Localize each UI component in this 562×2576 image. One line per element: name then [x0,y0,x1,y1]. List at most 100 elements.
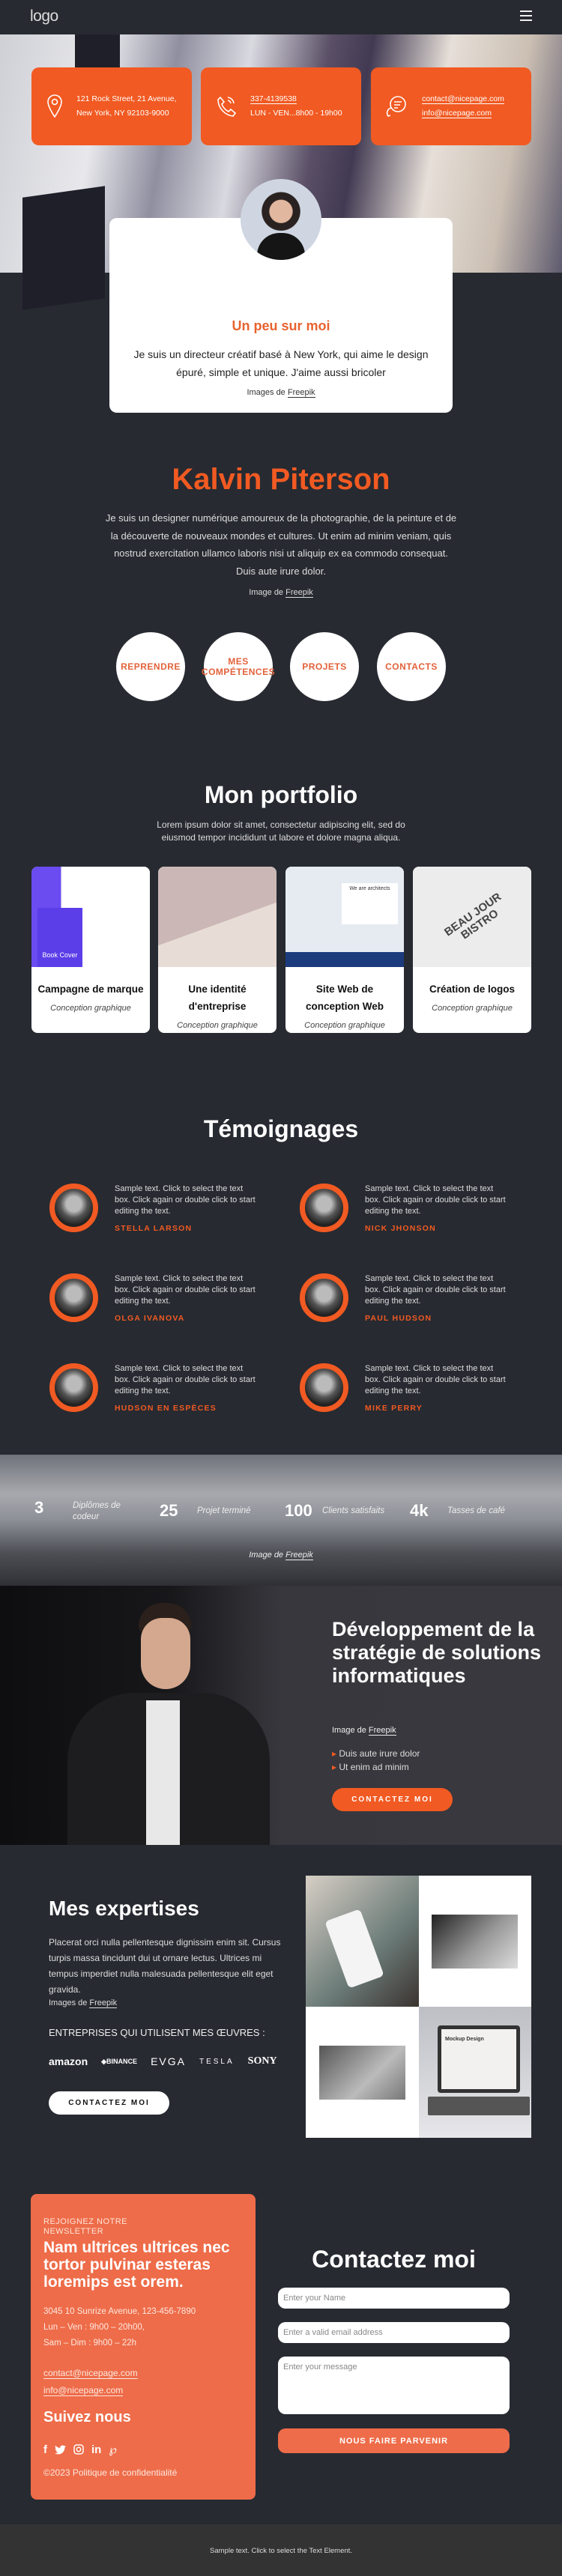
about-name: Kalvin Piterson [172,463,390,496]
freepik-link[interactable]: Freepik [368,1726,396,1736]
nav-circle-reprendre[interactable]: REPRENDRE [116,632,185,701]
tesla-logo: TESLA [199,2057,235,2066]
portfolio-card-category: Conception graphique [304,1021,385,1030]
portfolio-card-category: Conception graphique [50,1004,131,1013]
address-line-2: New York, NY 92103-9000 [76,109,169,118]
evga-logo: EVGA [151,2055,186,2067]
stat-value: 4k [410,1501,429,1520]
nav-circle-competences[interactable]: MES COMPÉTENCES [202,632,275,701]
newsletter-label: REJOIGNEZ NOTRE NEWSLETTER [43,2217,128,2236]
expertise-image-grid: Mockup Design [306,1876,531,2138]
testimonial-text: Sample text. Click to select the text bo… [365,1184,506,1216]
submit-button[interactable]: NOUS FAIRE PARVENIR [278,2428,510,2453]
name-input[interactable]: Enter your Name [278,2288,510,2309]
testimonial-name: STELLA LARSON [115,1224,193,1233]
instagram-icon[interactable] [73,2444,84,2455]
development-title: Développement de la stratégie de solutio… [332,1618,542,1687]
hamburger-icon[interactable] [520,10,532,21]
man-portrait-image [52,1603,277,1845]
info-email-link[interactable]: info@nicepage.com [422,109,492,118]
companies-label: ENTREPRISES QUI UTILISENT MES ŒUVRES : [49,2027,265,2038]
stat-label: Tasses de café [447,1506,505,1515]
freepik-link[interactable]: Freepik [285,1551,313,1560]
footer-text: Sample text. Click to select the Text El… [210,2547,352,2555]
binance-logo-text: BINANCE [106,2057,138,2065]
stat-label: Projet terminé [197,1506,251,1515]
portfolio-image: Book Cover [31,867,150,967]
facebook-icon[interactable]: f [43,2443,47,2456]
stat-label: Clients satisfaits [322,1506,385,1515]
freepik-link[interactable]: Freepik [285,588,313,598]
stats-credit: Image de Freepik [0,1551,562,1560]
testimonial-name: NICK JHONSON [365,1224,436,1233]
testimonial-text: Sample text. Click to select the text bo… [115,1364,256,1395]
company-logos: amazon ◈BINANCE EVGA TESLA SONY [49,2055,277,2067]
development-credit: Image de Freepik [332,1726,396,1736]
portfolio-card-category: Conception graphique [432,1004,513,1013]
headset-man-photo [319,2046,405,2100]
image-caption: Book Cover [37,908,82,967]
image-caption: BEAU JOUR BISTRO [442,890,504,942]
image-caption: We are architects [342,883,398,924]
binance-logo: ◈BINANCE [101,2057,138,2065]
credit-prefix: Image de [332,1726,369,1735]
bullet-item: Duis aute irure dolor [332,1748,420,1759]
testimonial-avatar [49,1273,98,1322]
about-credit: Image de Freepik [0,588,562,598]
freepik-link[interactable]: Freepik [287,388,315,398]
intro-credit: Images de Freepik [0,388,562,398]
twitter-icon[interactable] [55,2445,66,2455]
contact-email-link[interactable]: contact@nicepage.com [422,94,504,104]
testimonial-name: OLGA IVANOVA [115,1314,185,1323]
map-pin-icon [47,94,62,118]
testimonial-avatar [300,1184,348,1232]
portfolio-card-title: Campagne de marque [37,984,144,995]
testimonial-text: Sample text. Click to select the text bo… [115,1274,256,1306]
testimonial-name: MIKE PERRY [365,1404,423,1413]
portfolio-card[interactable]: Une identité d'entreprise Conception gra… [158,867,277,1033]
logo[interactable]: logo [30,7,58,25]
image-caption: Mockup Design [438,2025,520,2093]
pinterest-icon[interactable]: ℘ [109,2443,116,2456]
laptop-photo [432,1915,518,1969]
portfolio-text: Lorem ipsum dolor sit amet, consectetur … [157,819,405,843]
name-placeholder: Enter your Name [283,2294,346,2303]
testimonial-name: PAUL HUDSON [365,1314,432,1323]
portfolio-image: We are architects [285,867,404,967]
message-textarea[interactable]: Enter your message [278,2357,510,2414]
portfolio-card-title: Création de logos [429,984,515,995]
contact-me-button[interactable]: CONTACTEZ MOI [332,1788,453,1811]
email-input[interactable]: Enter a valid email address [278,2322,510,2343]
chat-icon [386,96,406,117]
newsletter-title: Nam ultrices ultrices nec tortor pulvina… [43,2239,230,2291]
follow-title: Suivez nous [43,2409,131,2425]
social-icons: f in ℘ [43,2443,117,2457]
portfolio-card[interactable]: BEAU JOUR BISTRO Création de logos Conce… [413,867,531,1033]
testimonial-avatar [49,1363,98,1412]
linkedin-icon[interactable]: in [91,2443,101,2456]
profile-avatar [241,179,321,260]
contact-title: Contactez moi [312,2246,476,2273]
testimonial-text: Sample text. Click to select the text bo… [115,1184,256,1216]
portfolio-card-title: Site Web de conception Web [305,984,384,1012]
sony-logo: SONY [247,2055,277,2067]
address-line-1: 121 Rock Street, 21 Avenue, [76,94,177,103]
phone-link[interactable]: 337-4139538 [250,94,297,104]
contact-email-link[interactable]: contact@nicepage.com [43,2368,138,2379]
stat-value: 25 [160,1501,178,1520]
portfolio-card[interactable]: Book Cover Campagne de marque Conception… [31,867,150,1033]
newsletter-card: REJOIGNEZ NOTRE NEWSLETTER Nam ultrices … [31,2194,256,2500]
amazon-logo: amazon [49,2055,88,2067]
info-email-link[interactable]: info@nicepage.com [43,2385,124,2396]
freepik-link[interactable]: Freepik [89,1998,118,2008]
testimonial-avatar [49,1184,98,1232]
contact-me-button[interactable]: CONTACTEZ MOI [49,2091,169,2115]
nav-circle-projets[interactable]: PROJETS [290,632,359,701]
email-card: contact@nicepage.com info@nicepage.com [371,67,531,145]
testimonials-title: Témoignages [203,1115,359,1142]
expertise-credit: Images de Freepik [49,1998,118,2008]
expertise-title: Mes expertises [49,1897,199,1920]
nav-circle-contacts[interactable]: CONTACTS [377,632,446,701]
portfolio-card[interactable]: We are architects Site Web de conception… [285,867,404,1033]
header: logo [0,0,562,34]
